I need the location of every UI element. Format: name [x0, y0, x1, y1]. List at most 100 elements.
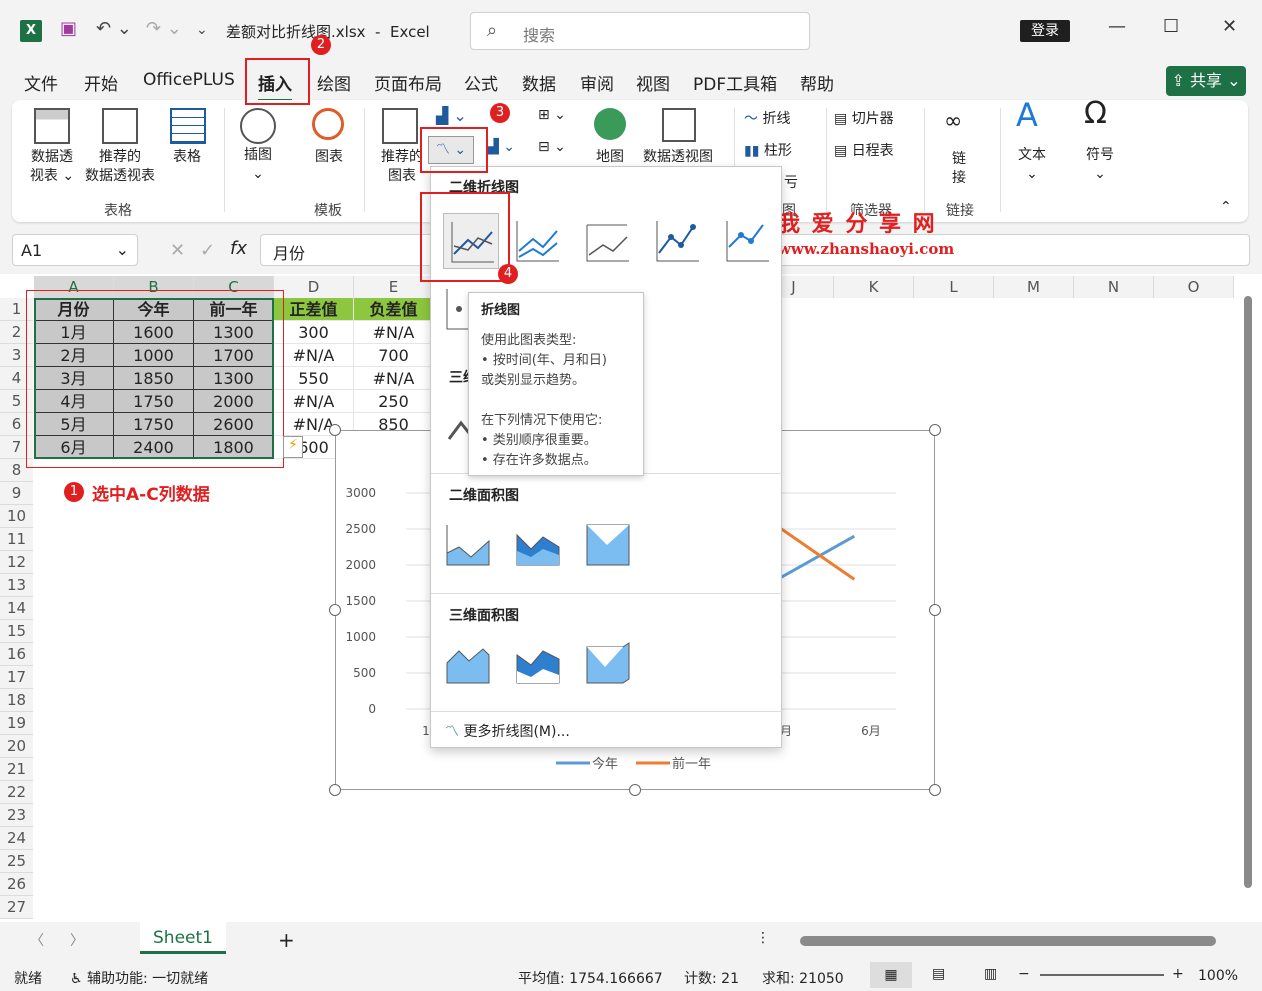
sheet-tab-sheet1[interactable]: Sheet1	[140, 922, 226, 954]
tab-view[interactable]: 视图	[636, 70, 670, 95]
sparkline-column-button[interactable]: ▮▮ 柱形	[744, 140, 792, 160]
login-button[interactable]: 登录	[1020, 20, 1070, 42]
tab-review[interactable]: 审阅	[580, 70, 614, 95]
line-with-markers-icon[interactable]	[653, 217, 701, 265]
tab-draw[interactable]: 绘图	[317, 70, 351, 95]
row-header[interactable]: 16	[0, 643, 33, 666]
row-header[interactable]: 10	[0, 505, 33, 528]
row-header[interactable]: 25	[0, 850, 33, 873]
sparkline-line-button[interactable]: 〜 折线	[744, 108, 790, 128]
row-header[interactable]: 21	[0, 758, 33, 781]
scatter-chart-icon[interactable]: ⊟ ⌄	[538, 138, 566, 157]
3d-percent-area-icon[interactable]	[583, 639, 631, 687]
undo-icon[interactable]: ↶ ⌄	[96, 18, 132, 39]
more-line-charts-button[interactable]: 〽 更多折线图(M)...	[445, 721, 570, 741]
row-header[interactable]: 27	[0, 896, 33, 919]
zoom-in-icon[interactable]: +	[1172, 966, 1184, 982]
next-sheet-icon[interactable]: 〉	[70, 930, 84, 950]
stacked-line-icon[interactable]	[513, 217, 561, 265]
3d-area-icon[interactable]	[443, 639, 491, 687]
3d-stacked-area-icon[interactable]	[513, 639, 561, 687]
table-header-cell[interactable]: 正差值	[274, 298, 354, 321]
resize-handle[interactable]	[929, 424, 941, 436]
stacked-area-icon[interactable]	[513, 521, 561, 569]
column-header[interactable]: K	[834, 276, 914, 298]
tab-data[interactable]: 数据	[522, 70, 556, 95]
resize-handle[interactable]	[929, 784, 941, 796]
column-header[interactable]: L	[914, 276, 994, 298]
row-header[interactable]: 24	[0, 827, 33, 850]
row-header[interactable]: 13	[0, 574, 33, 597]
symbol-button[interactable]: 符号 ⌄	[1080, 146, 1120, 184]
table-cell[interactable]: 300	[274, 321, 354, 344]
page-layout-view-icon[interactable]: ▤	[932, 966, 945, 982]
tab-file[interactable]: 文件	[24, 70, 58, 95]
resize-handle[interactable]	[629, 784, 641, 796]
row-header[interactable]: 9	[0, 482, 33, 505]
resize-handle[interactable]	[329, 604, 341, 616]
sparkline-winloss-button[interactable]: 亏	[784, 172, 798, 192]
save-icon[interactable]: ▣	[60, 18, 77, 39]
add-sheet-icon[interactable]: +	[278, 928, 295, 952]
more-options-icon[interactable]: ⋮	[756, 930, 770, 946]
normal-view-icon[interactable]: ▦	[870, 962, 912, 988]
enter-formula-icon[interactable]: ✓	[200, 240, 215, 261]
resize-handle[interactable]	[329, 784, 341, 796]
map-button[interactable]: 地图	[590, 148, 630, 167]
prev-sheet-icon[interactable]: 〈	[30, 930, 44, 950]
search-input[interactable]: ⌕ 搜索	[470, 12, 810, 50]
column-header[interactable]: M	[994, 276, 1074, 298]
maximize-icon[interactable]: ☐	[1163, 16, 1179, 37]
tab-formulas[interactable]: 公式	[464, 70, 498, 95]
link-button[interactable]: 链 接	[944, 150, 974, 188]
tab-help[interactable]: 帮助	[800, 70, 834, 95]
row-header[interactable]: 17	[0, 666, 33, 689]
table-cell[interactable]: #N/A	[354, 367, 434, 390]
resize-handle[interactable]	[329, 424, 341, 436]
hierarchy-chart-icon[interactable]: ⊞ ⌄	[538, 106, 566, 125]
row-header[interactable]: 26	[0, 873, 33, 896]
row-header[interactable]: 12	[0, 551, 33, 574]
page-break-view-icon[interactable]: ▥	[984, 966, 997, 982]
table-button[interactable]: 表格	[162, 148, 212, 167]
table-cell[interactable]: #N/A	[274, 344, 354, 367]
close-icon[interactable]: ✕	[1222, 16, 1237, 37]
vertical-scrollbar[interactable]	[1244, 296, 1252, 888]
column-chart-icon[interactable]: ▟ ⌄	[436, 106, 467, 125]
text-button[interactable]: 文本 ⌄	[1012, 146, 1052, 184]
row-header[interactable]: 18	[0, 689, 33, 712]
recommended-pivot-button[interactable]: 推荐的 数据透视表	[80, 148, 160, 186]
column-header[interactable]: N	[1074, 276, 1154, 298]
tab-home[interactable]: 开始	[84, 70, 118, 95]
pivot-chart-button[interactable]: 数据透视图	[636, 148, 720, 167]
horizontal-scrollbar[interactable]	[800, 936, 1216, 946]
row-header[interactable]: 20	[0, 735, 33, 758]
accessibility-status[interactable]: ♿ 辅助功能: 一切就绪	[70, 968, 208, 988]
bar-chart-icon[interactable]: ▟ ⌄	[488, 138, 515, 157]
customize-qat-icon[interactable]: ⌄	[196, 22, 208, 38]
pivot-table-button[interactable]: 数据透 视表 ⌄	[22, 148, 82, 186]
zoom-slider[interactable]	[1040, 974, 1164, 976]
row-header[interactable]: 22	[0, 781, 33, 804]
resize-handle[interactable]	[929, 604, 941, 616]
tab-pdf-tools[interactable]: PDF工具箱	[693, 70, 777, 95]
row-header[interactable]: 14	[0, 597, 33, 620]
row-header[interactable]: 11	[0, 528, 33, 551]
zoom-level[interactable]: 100%	[1198, 968, 1238, 984]
name-box[interactable]: A1 ⌄	[12, 234, 138, 266]
row-header[interactable]: 19	[0, 712, 33, 735]
slicer-button[interactable]: ▤ 切片器	[834, 108, 894, 128]
insert-function-icon[interactable]: fx	[230, 238, 247, 259]
illustrations-button[interactable]: 插图 ⌄	[232, 146, 284, 184]
column-header[interactable]: D	[274, 276, 354, 298]
quick-analysis-icon[interactable]: ⚡	[283, 436, 303, 458]
tab-officeplus[interactable]: OfficePLUS	[143, 70, 235, 90]
row-header[interactable]: 23	[0, 804, 33, 827]
percent-stacked-line-icon[interactable]	[583, 217, 631, 265]
table-cell[interactable]: #N/A	[274, 390, 354, 413]
table-cell[interactable]: #N/A	[354, 321, 434, 344]
tab-page-layout[interactable]: 页面布局	[374, 70, 442, 95]
stacked-line-markers-icon[interactable]	[723, 217, 771, 265]
area-chart-icon[interactable]	[443, 521, 491, 569]
timeline-button[interactable]: ▤ 日程表	[834, 140, 894, 160]
